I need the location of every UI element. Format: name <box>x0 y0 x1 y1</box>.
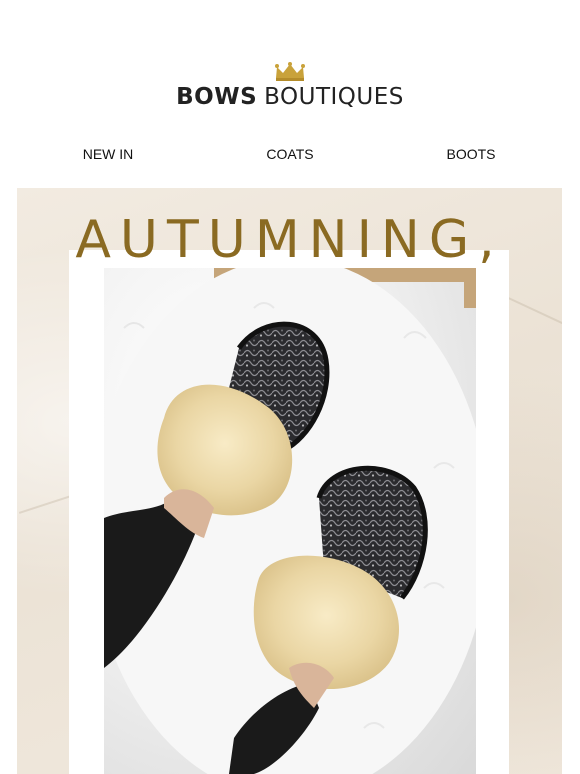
brand-name-light: BOUTIQUES <box>264 84 404 110</box>
brand-name-bold: BOWS <box>176 84 258 110</box>
paper-crease <box>499 293 562 325</box>
fur-slippers-photo[interactable] <box>104 268 476 774</box>
slippers-illustration <box>104 268 476 774</box>
nav-boots[interactable]: BOOTS <box>446 146 495 162</box>
brand-logo[interactable]: BOWS BOUTIQUES <box>0 84 580 110</box>
nav-coats[interactable]: COATS <box>266 146 313 162</box>
crown-icon <box>275 62 305 81</box>
main-nav: NEW IN COATS BOOTS <box>0 146 580 166</box>
hero-headline: AUTUMNING, <box>75 210 504 270</box>
nav-new-in[interactable]: NEW IN <box>83 146 134 162</box>
email-header: BOWS BOUTIQUES NEW IN COATS BOOTS <box>0 0 580 190</box>
hero-banner[interactable]: AUTUMNING, <box>17 188 562 774</box>
